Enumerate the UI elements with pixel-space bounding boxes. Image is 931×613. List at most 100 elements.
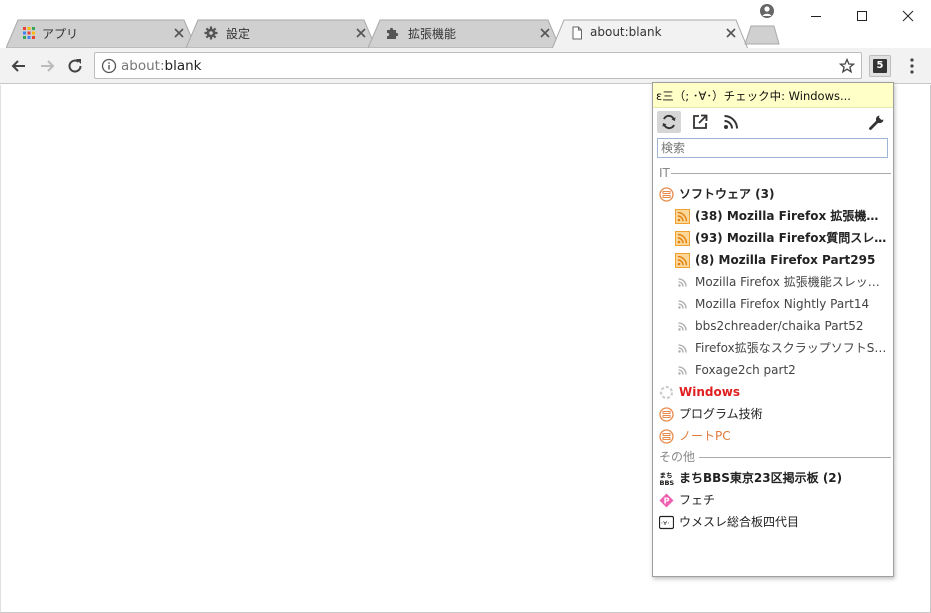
close-icon[interactable] [354,26,368,40]
extension-button[interactable]: 5 [869,55,891,77]
list-item-label: まちBBS東京23区掲示板 (2) [679,471,843,485]
svg-text:BBS: BBS [660,479,675,486]
section-header: IT [653,163,893,183]
url-text[interactable]: about:blank [121,58,201,74]
list-item[interactable]: bbs2chreader/chaika Part52 [653,315,893,337]
url-path: blank [164,58,202,74]
refresh-icon [662,114,676,130]
open-external-button[interactable] [688,111,712,133]
rss-button[interactable] [719,111,743,133]
rss-read-icon [675,275,690,290]
list-item-label: Mozilla Firefox 拡張機能スレッド Part... [695,275,889,289]
face-box-icon: ･∀･ [658,515,675,530]
list-item[interactable]: Foxage2ch part2 [653,359,893,381]
loading-icon [659,385,674,400]
list-item[interactable]: Windows [653,381,893,403]
list-item-label: ウメスレ総合板四代目 [679,515,800,529]
apps-grid-icon [23,27,35,39]
svg-text:P: P [664,497,670,506]
list-item[interactable]: (93) Mozilla Firefox質問スレッド Part... [653,227,893,249]
list-item[interactable]: (8) Mozilla Firefox Part295 [653,249,893,271]
reload-icon[interactable] [65,56,85,76]
close-icon[interactable] [724,26,738,40]
list-item-label: フェチ [679,493,716,507]
extension-popup: ε三（; ･∀･）チェック中: Windows... ITソフトウェア (3 [652,82,894,577]
tab-settings[interactable]: 設定 [186,19,376,48]
close-window-button[interactable] [884,0,930,30]
section-label: その他 [659,450,696,464]
extension-badge: 5 [873,59,887,73]
list-item-label: Mozilla Firefox Nightly Part14 [695,297,870,311]
list-item-label: プログラム技術 [679,407,763,421]
tab-about-blank[interactable]: about:blank [552,19,748,49]
rss-unread-icon [675,209,690,224]
gear-icon [204,26,218,40]
list-item-label: (8) Mozilla Firefox Part295 [695,253,876,267]
board-icon [659,429,674,444]
new-tab-button[interactable] [744,25,780,45]
rss-icon [724,115,738,129]
forward-arrow-icon[interactable] [37,56,57,76]
tab-title: 設定 [226,27,251,41]
rss-unread-icon [675,231,690,246]
popup-toolbar [653,108,893,136]
rss-read-icon [675,297,690,312]
board-icon [659,187,674,202]
maximize-button[interactable] [838,0,884,30]
minimize-icon [811,16,821,17]
list-item[interactable]: ノートPC [653,425,893,447]
info-icon[interactable] [101,58,117,74]
tab-apps[interactable]: アプリ [6,19,196,48]
wrench-icon [869,115,884,130]
external-link-icon [693,114,708,129]
toolbar: about:blank 5 [0,48,931,84]
section-header: その他 [653,447,893,467]
search-input[interactable] [657,138,888,158]
rss-unread-icon [675,253,690,268]
rss-read-icon [675,319,690,334]
star-icon[interactable] [839,58,855,74]
svg-text:･∀･: ･∀･ [661,520,670,527]
close-icon[interactable] [172,26,186,40]
profile-icon[interactable] [758,2,776,20]
minimize-button[interactable] [792,0,838,30]
back-arrow-icon[interactable] [9,56,29,76]
omnibox[interactable]: about:blank [94,52,862,79]
section-label: IT [659,166,670,180]
status-bar: ε三（; ･∀･）チェック中: Windows... [653,83,893,108]
refresh-button[interactable] [657,111,681,133]
bookmark-list: IT ソフトウェア (3) (38) Mozilla Firefox 拡張機能スレッ… [653,163,893,533]
close-icon [902,10,914,22]
settings-wrench-button[interactable] [865,111,889,133]
list-item[interactable]: ･∀･ ウメスレ総合板四代目 [653,511,893,533]
list-item[interactable]: ソフトウェア (3) [653,183,893,205]
list-item-label: bbs2chreader/chaika Part52 [695,319,864,333]
list-item[interactable]: (38) Mozilla Firefox 拡張機能スレッド Part... [653,205,893,227]
list-item-label: Firefox拡張なスクラップソフトScrap... [695,341,889,355]
tab-title: アプリ [42,27,79,41]
list-item-label: Foxage2ch part2 [695,363,796,377]
list-item[interactable]: まち BBS まちBBS東京23区掲示板 (2) [653,467,893,489]
list-item[interactable]: P フェチ [653,489,893,511]
section-divider [671,173,891,174]
tab-title: about:blank [590,25,662,39]
rss-read-icon [675,363,690,378]
url-scheme: about: [121,58,165,74]
close-icon[interactable] [538,26,552,40]
list-item-label: (93) Mozilla Firefox質問スレッド Part... [695,231,889,245]
tab-extensions[interactable]: 拡張機能 [368,19,560,48]
list-item-label: (38) Mozilla Firefox 拡張機能スレッド Part... [695,209,889,223]
tab-strip: アプリ 設定 拡張機能 about:blank [6,19,806,49]
section-divider [699,457,891,458]
list-item[interactable]: Mozilla Firefox 拡張機能スレッド Part... [653,271,893,293]
board-icon [659,407,674,422]
machibbs-icon: まち BBS [659,471,675,488]
list-item[interactable]: プログラム技術 [653,403,893,425]
title-bar: アプリ 設定 拡張機能 about:blank [0,0,931,49]
list-item-label: ソフトウェア (3) [679,187,775,201]
list-item[interactable]: Firefox拡張なスクラップソフトScrap... [653,337,893,359]
list-item[interactable]: Mozilla Firefox Nightly Part14 [653,293,893,315]
kebab-menu-icon[interactable] [904,56,920,76]
maximize-icon [857,11,867,21]
p-diamond-icon: P [659,493,674,508]
